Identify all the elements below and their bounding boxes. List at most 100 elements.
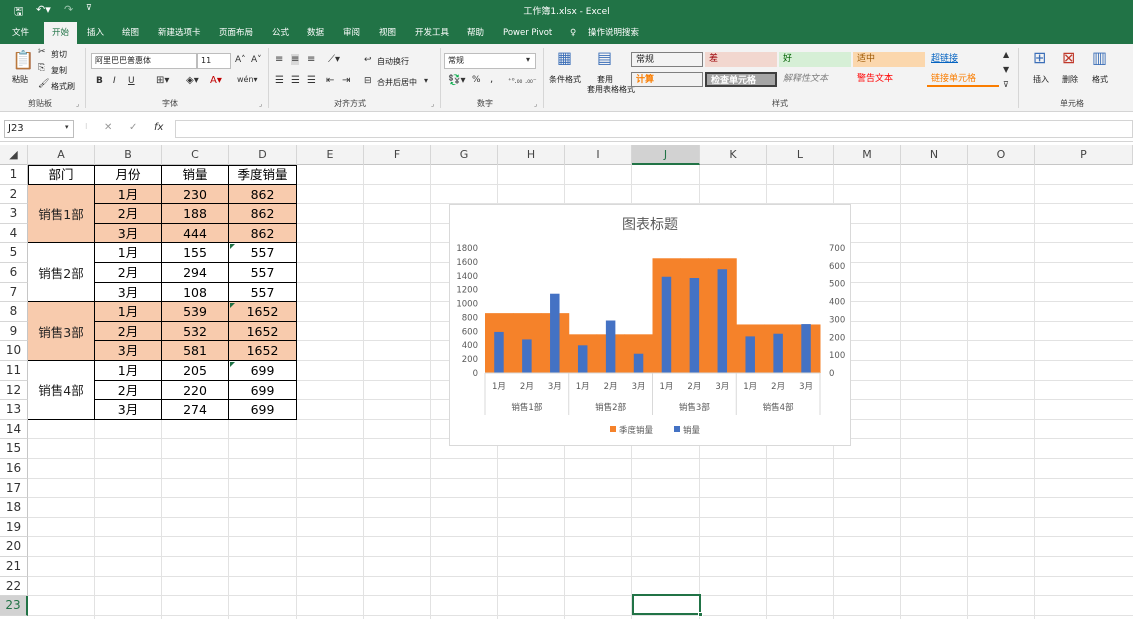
style-good[interactable]: 好 bbox=[779, 52, 851, 67]
row-header-5[interactable]: 5 bbox=[0, 243, 28, 263]
tab-page-layout[interactable]: 页面布局 bbox=[215, 22, 257, 44]
wrap-text-icon[interactable]: ↩ bbox=[364, 55, 372, 65]
merge-dropdown-icon[interactable]: ▾ bbox=[424, 76, 428, 85]
style-warning[interactable]: 警告文本 bbox=[853, 72, 925, 87]
table-header-cell[interactable]: 销量 bbox=[162, 165, 229, 185]
align-bottom-icon[interactable]: ≡ bbox=[307, 54, 315, 65]
quarter-sales-cell[interactable]: 1652 bbox=[229, 341, 297, 361]
fill-color-icon[interactable]: ◈▾ bbox=[186, 75, 199, 86]
delete-cells-button[interactable]: 删除 bbox=[1062, 74, 1078, 85]
style-neutral[interactable]: 适中 bbox=[853, 52, 925, 67]
dialog-launcher-icon[interactable]: ⌟ bbox=[76, 100, 79, 108]
month-cell[interactable]: 3月 bbox=[95, 282, 162, 303]
active-cell-j23[interactable] bbox=[632, 594, 701, 615]
month-cell[interactable]: 3月 bbox=[95, 223, 162, 244]
month-cell[interactable]: 2月 bbox=[95, 321, 162, 342]
wrap-text-button[interactable]: 自动换行 bbox=[377, 56, 409, 67]
sales-cell[interactable]: 230 bbox=[162, 184, 229, 205]
paste-icon[interactable]: 📋 bbox=[12, 50, 34, 71]
orientation-icon[interactable]: ⟋▾ bbox=[328, 54, 340, 65]
quarter-sales-cell[interactable]: 699 bbox=[229, 400, 297, 420]
comma-button[interactable]: , bbox=[490, 74, 493, 85]
row-header-21[interactable]: 21 bbox=[0, 557, 28, 577]
styles-scroll-up-icon[interactable]: ▲ bbox=[1003, 50, 1009, 59]
row-header-23[interactable]: 23 bbox=[0, 596, 28, 616]
insert-function-icon[interactable]: fx bbox=[154, 122, 163, 133]
number-launcher-icon[interactable]: ⌟ bbox=[534, 100, 537, 108]
sales-cell[interactable]: 294 bbox=[162, 263, 229, 283]
column-header-o[interactable]: O bbox=[968, 145, 1035, 165]
column-header-f[interactable]: F bbox=[364, 145, 431, 165]
month-cell[interactable]: 1月 bbox=[95, 184, 162, 205]
sales-cell[interactable]: 274 bbox=[162, 400, 229, 420]
insert-cells-button[interactable]: 插入 bbox=[1033, 74, 1049, 85]
quarter-sales-cell[interactable]: 1652 bbox=[229, 302, 297, 322]
sales-cell[interactable]: 205 bbox=[162, 361, 229, 381]
tab-power-pivot[interactable]: Power Pivot bbox=[499, 22, 556, 44]
number-format-select[interactable]: 常规 bbox=[444, 53, 536, 69]
phonetic-icon[interactable]: wén▾ bbox=[237, 75, 258, 84]
column-header-i[interactable]: I bbox=[565, 145, 632, 165]
cut-icon[interactable]: ✂ bbox=[38, 47, 46, 57]
conditional-format-button[interactable]: 条件格式 bbox=[549, 74, 581, 85]
font-size-select[interactable]: 11 bbox=[197, 53, 231, 69]
department-cell[interactable]: 销售4部 bbox=[28, 361, 95, 420]
alignment-launcher-icon[interactable]: ⌟ bbox=[431, 100, 434, 108]
sales-cell[interactable]: 108 bbox=[162, 282, 229, 303]
conditional-format-icon[interactable]: ▦ bbox=[557, 48, 572, 67]
row-header-14[interactable]: 14 bbox=[0, 419, 28, 440]
borders-icon[interactable]: ⊞▾ bbox=[156, 75, 169, 86]
underline-button[interactable]: U bbox=[128, 76, 135, 86]
tab-formulas[interactable]: 公式 bbox=[268, 22, 293, 44]
month-cell[interactable]: 1月 bbox=[95, 243, 162, 263]
cancel-icon[interactable]: ✕ bbox=[104, 122, 112, 133]
row-header-19[interactable]: 19 bbox=[0, 517, 28, 538]
row-header-6[interactable]: 6 bbox=[0, 263, 28, 283]
row-header-17[interactable]: 17 bbox=[0, 478, 28, 499]
row-header-1[interactable]: 1 bbox=[0, 165, 28, 185]
column-header-n[interactable]: N bbox=[901, 145, 968, 165]
column-header-e[interactable]: E bbox=[297, 145, 364, 165]
merge-center-button[interactable]: 合并后居中 bbox=[377, 77, 417, 88]
font-name-select[interactable]: 阿里巴巴普惠体 bbox=[91, 53, 197, 69]
style-calculation[interactable]: 计算 bbox=[631, 72, 703, 87]
row-header-22[interactable]: 22 bbox=[0, 576, 28, 597]
tab-help[interactable]: 帮助 bbox=[463, 22, 488, 44]
copy-button[interactable]: 复制 bbox=[51, 65, 67, 76]
department-cell[interactable]: 销售3部 bbox=[28, 302, 95, 361]
tab-draw[interactable]: 绘图 bbox=[118, 22, 143, 44]
quarter-sales-cell[interactable]: 862 bbox=[229, 184, 297, 205]
tab-view[interactable]: 视图 bbox=[375, 22, 400, 44]
shrink-font-icon[interactable]: A˅ bbox=[251, 55, 262, 65]
paste-button[interactable]: 粘贴 bbox=[12, 74, 28, 85]
row-header-18[interactable]: 18 bbox=[0, 498, 28, 518]
style-explanatory[interactable]: 解释性文本 bbox=[779, 72, 851, 87]
copy-icon[interactable]: ⎘ bbox=[38, 63, 45, 73]
column-header-a[interactable]: A bbox=[28, 145, 95, 165]
row-header-9[interactable]: 9 bbox=[0, 321, 28, 342]
align-left-icon[interactable]: ☰ bbox=[275, 75, 284, 86]
quarter-sales-cell[interactable]: 557 bbox=[229, 282, 297, 303]
month-cell[interactable]: 2月 bbox=[95, 204, 162, 224]
sales-cell[interactable]: 220 bbox=[162, 380, 229, 401]
style-hyperlink[interactable]: 超链接 bbox=[927, 52, 999, 67]
styles-more-icon[interactable]: ⊽ bbox=[1003, 80, 1009, 89]
decrease-indent-icon[interactable]: ⇤ bbox=[326, 75, 334, 86]
percent-button[interactable]: % bbox=[472, 75, 481, 85]
tab-home[interactable]: 开始 bbox=[44, 22, 78, 44]
delete-cells-icon[interactable]: ⊠ bbox=[1062, 48, 1075, 67]
style-check-cell[interactable]: 检查单元格 bbox=[705, 72, 777, 87]
cut-button[interactable]: 剪切 bbox=[51, 49, 67, 60]
column-header-b[interactable]: B bbox=[95, 145, 162, 165]
sales-cell[interactable]: 532 bbox=[162, 321, 229, 342]
merge-center-icon[interactable]: ⊟ bbox=[364, 76, 372, 86]
sales-cell[interactable]: 188 bbox=[162, 204, 229, 224]
currency-icon[interactable]: 💱▾ bbox=[448, 75, 465, 86]
format-as-table-icon[interactable]: ▤ bbox=[597, 48, 612, 67]
tab-review[interactable]: 审阅 bbox=[339, 22, 364, 44]
format-painter-button[interactable]: 格式刷 bbox=[51, 81, 75, 92]
style-bad[interactable]: 差 bbox=[705, 52, 777, 67]
row-header-10[interactable]: 10 bbox=[0, 341, 28, 361]
column-header-p[interactable]: P bbox=[1035, 145, 1133, 165]
align-center-icon[interactable]: ☰ bbox=[291, 75, 300, 86]
